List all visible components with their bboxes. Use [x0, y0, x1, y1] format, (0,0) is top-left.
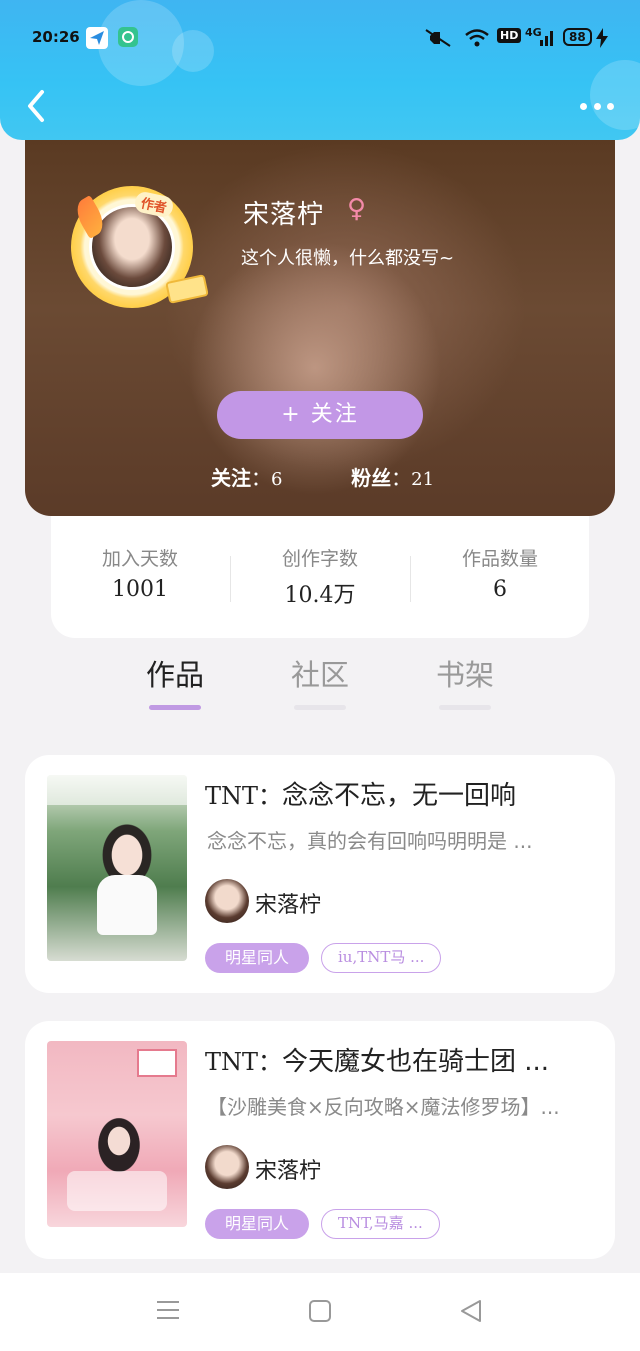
- status-time: 20:26: [32, 28, 80, 46]
- gender-female-icon: ♀: [347, 194, 367, 224]
- wifi-icon: [465, 29, 489, 47]
- tag-keywords[interactable]: iu,TNT马 ...: [321, 943, 442, 973]
- author-avatar[interactable]: [205, 1145, 249, 1189]
- profile-bio: 这个人很懒，什么都没写~: [241, 248, 455, 269]
- cover-figure: [97, 875, 157, 935]
- stat-works-count: 作品数量 6: [411, 544, 589, 602]
- profile-name: 宋落柠: [243, 200, 325, 230]
- following-count[interactable]: 6: [271, 469, 282, 490]
- stat-join-days: 加入天数 1001: [51, 544, 229, 602]
- book-card[interactable]: TNT：念念不忘，无一回响 念念不忘，真的会有回响吗明明是 ... 宋落柠 明星…: [25, 755, 615, 993]
- cover-banner: [47, 775, 187, 805]
- status-bar: 20:26 HD 4G 88: [0, 22, 640, 54]
- tab-community[interactable]: 社区: [270, 652, 370, 694]
- back-triangle-icon[interactable]: [459, 1299, 483, 1323]
- stat-label: 加入天数: [101, 548, 178, 570]
- charging-icon: [596, 28, 608, 48]
- author-name[interactable]: 宋落柠: [255, 887, 321, 919]
- tab-bookshelf[interactable]: 书架: [415, 652, 515, 694]
- send-app-icon: [86, 27, 108, 49]
- battery-indicator: 88: [563, 28, 592, 46]
- avatar[interactable]: 作者: [67, 178, 209, 308]
- stat-label: 作品数量: [461, 548, 538, 570]
- book-cover-image[interactable]: [47, 775, 187, 961]
- book-title-prefix: TNT：: [205, 782, 283, 810]
- follow-button[interactable]: + 关注: [217, 391, 423, 439]
- author-name[interactable]: 宋落柠: [255, 1153, 321, 1185]
- chat-app-icon: [118, 27, 138, 47]
- fans-count[interactable]: 21: [411, 469, 434, 490]
- top-header: 20:26 HD 4G 88: [0, 0, 640, 140]
- book-title[interactable]: TNT：念念不忘，无一回响: [205, 775, 601, 812]
- home-square-icon[interactable]: [308, 1299, 332, 1323]
- stat-word-count: 创作字数 10.4万: [231, 544, 409, 609]
- book-title[interactable]: TNT：今天魔女也在骑士团 ...: [205, 1041, 601, 1078]
- tag-category[interactable]: 明星同人: [205, 1209, 309, 1239]
- book-description: 念念不忘，真的会有回响吗明明是 ...: [207, 829, 533, 853]
- cover-caption: [67, 1171, 167, 1211]
- following-label[interactable]: 关注: [211, 466, 251, 490]
- tab-indicator-works: [149, 705, 201, 710]
- book-title-text: 今天魔女也在骑士团 ...: [282, 1047, 550, 1077]
- stat-value: 1001: [112, 577, 168, 602]
- author-avatar[interactable]: [205, 879, 249, 923]
- tab-indicator-bookshelf: [439, 705, 491, 710]
- hd-badge: HD: [497, 28, 522, 43]
- book-title-prefix: TNT：: [205, 1048, 283, 1076]
- book-title-text: 念念不忘，无一回响: [282, 781, 517, 811]
- stat-value: 10.4万: [284, 583, 356, 608]
- stat-label: 创作字数: [281, 548, 358, 570]
- cover-logo: [137, 1049, 177, 1077]
- signal-icon: [540, 31, 553, 46]
- tab-works[interactable]: 作品: [125, 652, 225, 694]
- tag-keywords[interactable]: TNT,马嘉 ...: [321, 1209, 440, 1239]
- tag-category[interactable]: 明星同人: [205, 943, 309, 973]
- system-nav-bar: [0, 1273, 640, 1351]
- menu-icon[interactable]: [156, 1299, 180, 1321]
- fans-label[interactable]: 粉丝: [351, 466, 391, 490]
- book-description: 【沙雕美食×反向攻略×魔法修罗场】...: [207, 1095, 560, 1119]
- book-card[interactable]: TNT：今天魔女也在骑士团 ... 【沙雕美食×反向攻略×魔法修罗场】... 宋…: [25, 1021, 615, 1259]
- profile-card: 作者 宋落柠 ♀ 这个人很懒，什么都没写~ + 关注 关注：6 粉丝：21: [25, 138, 615, 516]
- back-chevron-icon[interactable]: [20, 86, 56, 126]
- stat-value: 6: [493, 577, 507, 602]
- nav-row: [0, 86, 640, 130]
- mute-icon: [425, 29, 451, 47]
- tab-indicator-community: [294, 705, 346, 710]
- more-dots-icon[interactable]: [580, 98, 614, 114]
- book-cover-image[interactable]: [47, 1041, 187, 1227]
- stats-panel: 加入天数 1001 创作字数 10.4万 作品数量 6: [51, 500, 589, 638]
- follow-counts: 关注：6 粉丝：21: [211, 466, 435, 490]
